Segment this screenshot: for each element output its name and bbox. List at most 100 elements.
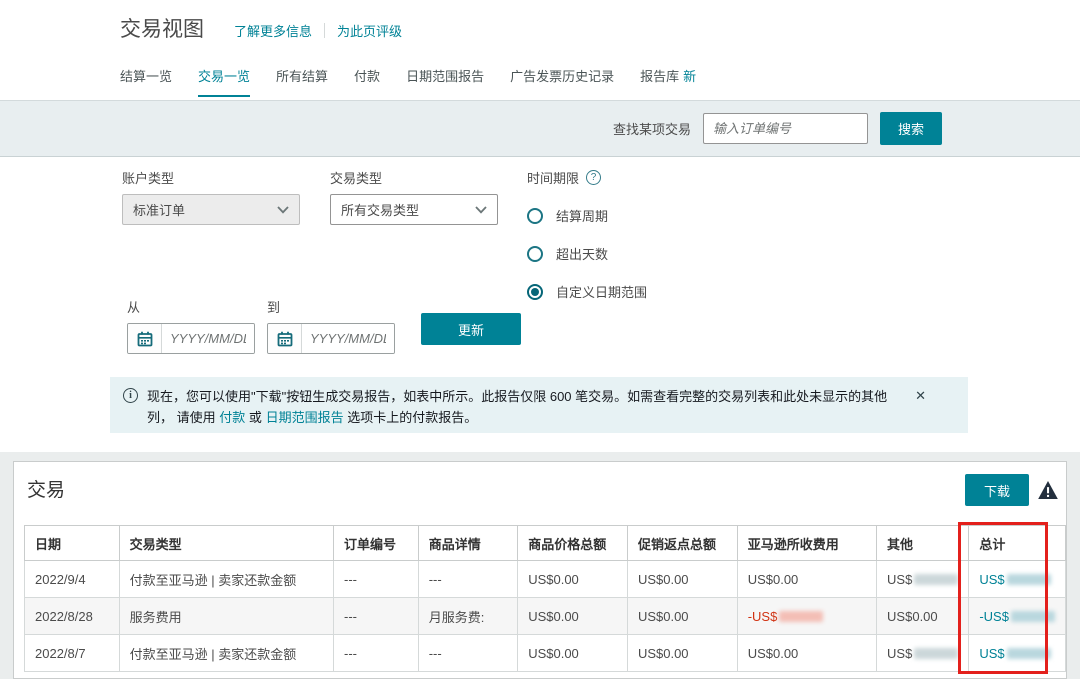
radio-label: 超出天数 xyxy=(556,244,608,263)
page-title: 交易视图 xyxy=(120,13,204,43)
cell-value: 服务费用 xyxy=(130,610,182,625)
download-button[interactable]: 下载 xyxy=(965,474,1029,506)
new-badge: 新 xyxy=(683,69,696,84)
warning-icon[interactable] xyxy=(1038,481,1058,504)
cell-value: US$0.00 xyxy=(638,572,689,587)
cell-value: US$0.00 xyxy=(528,609,579,624)
radio-结算周期[interactable]: 结算周期 xyxy=(527,206,647,225)
info-banner: i 现在，您可以使用"下载"按钮生成交易报告，如表中所示。此报告仅限 600 笔… xyxy=(110,377,968,433)
radio-自定义日期范围[interactable]: 自定义日期范围 xyxy=(527,282,647,301)
table-cell: US$0.00 xyxy=(627,598,737,635)
calendar-icon[interactable] xyxy=(268,324,302,353)
radio-label: 结算周期 xyxy=(556,206,608,225)
rate-page-link[interactable]: 为此页评级 xyxy=(337,21,402,40)
cell-value: US$0.00 xyxy=(528,572,579,587)
header-links: 了解更多信息 为此页评级 xyxy=(234,21,402,40)
cell-value: 付款至亚马逊 | 卖家还款金额 xyxy=(130,647,297,662)
cell-value: --- xyxy=(429,646,442,661)
cell-value: --- xyxy=(344,646,357,661)
cell-value: US$ xyxy=(887,646,912,661)
date-from-label: 从 xyxy=(127,297,255,316)
tab-广告发票历史记录[interactable]: 广告发票历史记录 xyxy=(510,66,614,97)
redacted-amount xyxy=(914,648,958,659)
table-cell: US$0.00 xyxy=(737,561,876,598)
time-period-label: 时间期限 xyxy=(527,168,579,187)
tab-付款[interactable]: 付款 xyxy=(354,66,380,97)
cell-value: --- xyxy=(429,572,442,587)
cell-value: US$0.00 xyxy=(528,646,579,661)
tab-结算一览[interactable]: 结算一览 xyxy=(120,66,172,97)
order-search-input[interactable] xyxy=(703,113,868,144)
table-cell: US$0.00 xyxy=(518,635,628,672)
radio-icon xyxy=(527,284,543,300)
chevron-down-icon xyxy=(475,206,487,214)
tab-报告库[interactable]: 报告库新 xyxy=(640,66,696,97)
transactions-title: 交易 xyxy=(27,475,65,502)
tab-所有结算[interactable]: 所有结算 xyxy=(276,66,328,97)
table-body: 2022/9/4付款至亚马逊 | 卖家还款金额------US$0.00US$0… xyxy=(25,561,1066,672)
transaction-view-page: 交易视图 了解更多信息 为此页评级 结算一览交易一览所有结算付款日期范围报告广告… xyxy=(0,0,1080,679)
tab-日期范围报告[interactable]: 日期范围报告 xyxy=(406,66,484,97)
table-cell: US$0.00 xyxy=(627,635,737,672)
table-row: 2022/8/28服务费用---月服务费:US$0.00US$0.00-US$U… xyxy=(25,598,1066,635)
column-header: 总计 xyxy=(969,526,1066,561)
banner-text: 现在，您可以使用"下载"按钮生成交易报告，如表中所示。此报告仅限 600 笔交易… xyxy=(147,386,954,428)
transactions-table: 日期交易类型订单编号商品详情商品价格总额促销返点总额亚马逊所收费用其他总计 20… xyxy=(24,525,1066,672)
table-cell: US$0.00 xyxy=(518,561,628,598)
chevron-down-icon xyxy=(277,206,289,214)
table-cell: -US$ xyxy=(737,598,876,635)
radio-超出天数[interactable]: 超出天数 xyxy=(527,244,647,263)
column-header: 促销返点总额 xyxy=(627,526,737,561)
transaction-type-select[interactable]: 所有交易类型 xyxy=(330,194,498,225)
table-cell: 2022/8/7 xyxy=(25,635,120,672)
table-cell: US$0.00 xyxy=(518,598,628,635)
info-icon: i xyxy=(123,388,138,403)
table-cell: 付款至亚马逊 | 卖家还款金额 xyxy=(119,635,333,672)
update-button[interactable]: 更新 xyxy=(421,313,521,345)
account-type-filter: 账户类型 标准订单 xyxy=(122,168,300,225)
account-type-label: 账户类型 xyxy=(122,168,300,187)
date-to-group: 到 xyxy=(267,297,395,354)
redacted-amount xyxy=(1011,611,1055,622)
date-range-report-link[interactable]: 日期范围报告 xyxy=(266,410,344,425)
transaction-type-filter: 交易类型 所有交易类型 xyxy=(330,168,498,225)
cell-value: 2022/9/4 xyxy=(35,572,86,587)
table-cell: --- xyxy=(334,598,419,635)
table-cell: 服务费用 xyxy=(119,598,333,635)
column-header: 商品价格总额 xyxy=(518,526,628,561)
table-cell: US$0.00 xyxy=(627,561,737,598)
search-band: 查找某项交易 搜索 xyxy=(0,100,1080,157)
payments-link[interactable]: 付款 xyxy=(219,410,245,425)
total-value-link[interactable]: US$ xyxy=(979,646,1004,661)
radio-icon xyxy=(527,246,543,262)
redacted-amount xyxy=(1007,648,1051,659)
total-value-link[interactable]: -US$ xyxy=(979,609,1009,624)
column-header: 日期 xyxy=(25,526,120,561)
table-cell: US$0.00 xyxy=(737,635,876,672)
search-button[interactable]: 搜索 xyxy=(880,112,942,145)
calendar-icon[interactable] xyxy=(128,324,162,353)
cell-value: --- xyxy=(344,609,357,624)
cell-value: 2022/8/28 xyxy=(35,609,93,624)
time-period-filter: 时间期限 ? 结算周期超出天数自定义日期范围 xyxy=(527,168,647,301)
time-period-options: 结算周期超出天数自定义日期范围 xyxy=(527,206,647,301)
date-to-input[interactable] xyxy=(302,324,394,353)
account-type-select[interactable]: 标准订单 xyxy=(122,194,300,225)
cell-value: US$0.00 xyxy=(638,646,689,661)
learn-more-link[interactable]: 了解更多信息 xyxy=(234,21,312,40)
date-from-input[interactable] xyxy=(162,324,254,353)
tab-交易一览[interactable]: 交易一览 xyxy=(198,66,250,97)
tab-bar: 结算一览交易一览所有结算付款日期范围报告广告发票历史记录报告库新 xyxy=(120,66,696,97)
close-icon[interactable]: ✕ xyxy=(915,388,926,404)
help-icon[interactable]: ? xyxy=(586,170,601,185)
table-cell: --- xyxy=(418,561,517,598)
table-row: 2022/8/7 付款至亚马逊 | 卖家还款金额 --- --- US$0.00 US$0… xyxy=(25,635,1066,672)
column-header: 亚马逊所收费用 xyxy=(737,526,876,561)
transaction-type-label: 交易类型 xyxy=(330,168,498,187)
redacted-amount xyxy=(914,574,958,585)
table-cell: US$ xyxy=(969,635,1066,672)
total-value-link[interactable]: US$ xyxy=(979,572,1004,587)
table-cell: --- xyxy=(334,635,419,672)
table-cell: US$ xyxy=(969,561,1066,598)
table-row: 2022/9/4付款至亚马逊 | 卖家还款金额------US$0.00US$0… xyxy=(25,561,1066,598)
